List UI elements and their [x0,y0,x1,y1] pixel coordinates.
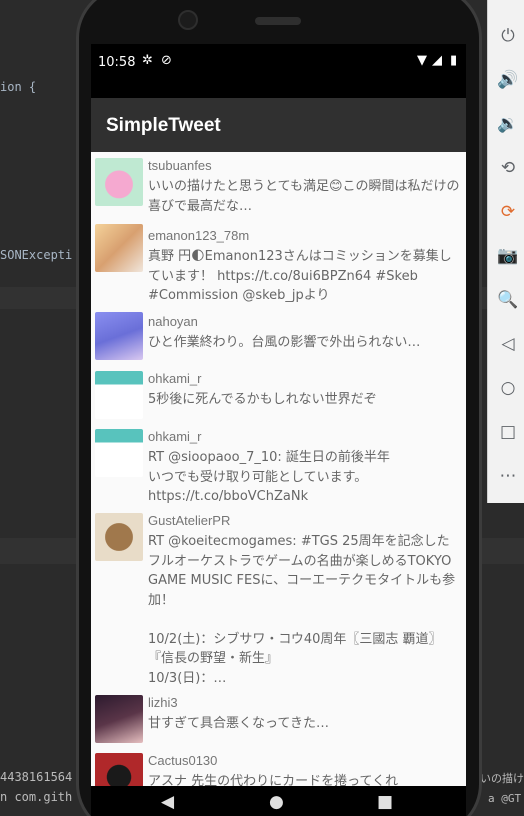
app-bar: SimpleTweet [91,98,466,152]
status-time: 10:58 [98,55,136,70]
ide-log-line: a @GT [488,792,522,805]
user-avatar[interactable] [95,429,143,477]
settings-gear-icon: ✲ [142,53,153,68]
tweet-username[interactable]: ohkami_r [148,429,201,444]
tweet-item[interactable]: ohkami_r RT @sioopaoo_7_10: 誕生日の前後半年 いつで… [91,423,466,507]
tweet-text: 甘すぎて具合悪くなってきた… [148,716,329,731]
tweet-username[interactable]: emanon123_78m [148,228,249,243]
tweet-text: RT @sioopaoo_7_10: 誕生日の前後半年 いつでも受け取り可能とし… [148,450,390,504]
ide-log-line: いの描け [480,772,524,785]
tweet-item[interactable]: GustAtelierPR RT @koeitecmogames: #TGS 2… [91,507,466,687]
tweet-username[interactable]: GustAtelierPR [148,513,230,528]
camera-icon[interactable]: 📷 [488,242,524,270]
tweet-text: 真野 円🌓Emanon123さんはコミッションを募集しています！ https:/… [148,249,452,303]
user-avatar[interactable] [95,371,143,419]
volume-down-icon[interactable]: 🔉 [488,110,524,138]
home-icon[interactable]: ○ [488,374,524,402]
tweet-item[interactable]: tsubuanfes いいの描けたと思うとても満足😊この瞬間は私だけの喜びで最高… [91,152,466,222]
power-icon[interactable]: ⏻ [488,22,524,50]
user-avatar[interactable] [95,695,143,743]
tweet-username[interactable]: ohkami_r [148,371,201,386]
tweet-text: いいの描けたと思うとても満足😊この瞬間は私だけの喜びで最高だな… [148,179,460,214]
user-avatar[interactable] [95,224,143,272]
signal-icon: ◢ [432,53,442,68]
tweet-username[interactable]: Cactus0130 [148,753,217,768]
app-title: SimpleTweet [106,115,221,136]
rotate-left-icon[interactable]: ⟲ [488,154,524,182]
user-avatar[interactable] [95,312,143,360]
emulator-toolbar: ⏻ 🔊 🔉 ⟲ ⟳ 📷 🔍 ◁ ○ □ ⋯ [487,0,524,503]
phone-screen: 10:58 ✲ ⊘ ▼ ◢ ▮ SimpleTweet tsubuanfes い… [91,44,466,816]
tweet-username[interactable]: lizhi3 [148,695,178,710]
user-avatar[interactable] [95,158,143,206]
rotate-right-icon[interactable]: ⟳ [488,198,524,226]
tweet-item[interactable]: emanon123_78m 真野 円🌓Emanon123さんはコミッションを募集… [91,222,466,314]
more-icon[interactable]: ⋯ [488,462,524,490]
tweet-item[interactable]: lizhi3 甘すぎて具合悪くなってきた… [91,689,466,747]
back-icon[interactable]: ◁ [488,330,524,358]
ide-log-line: 4438161564 [0,770,73,784]
volume-up-icon[interactable]: 🔊 [488,66,524,94]
tweet-item[interactable]: ohkami_r 5秒後に死んでるかもしれない世界だぞ [91,365,466,423]
tweet-text: ひと作業終わり。台風の影響で外出られない… [148,335,421,350]
ide-code-line: SONExcepti [0,248,73,262]
do-not-disturb-icon: ⊘ [161,53,172,68]
nav-back-icon[interactable]: ◀ [161,792,174,812]
nav-home-icon[interactable]: ● [269,792,284,812]
tweet-text: RT @koeitecmogames: #TGS 25周年を記念したフルオーケス… [148,534,456,686]
zoom-icon[interactable]: 🔍 [488,286,524,314]
tweet-username[interactable]: tsubuanfes [148,158,212,173]
earpiece-speaker [255,17,301,25]
user-avatar[interactable] [95,513,143,561]
tweet-item[interactable]: nahoyan ひと作業終わり。台風の影響で外出られない… [91,308,466,368]
status-bar: 10:58 ✲ ⊘ ▼ ◢ ▮ [91,44,466,80]
ide-code-line: ion { [0,80,37,94]
front-camera-icon [178,10,198,30]
tweet-timeline[interactable]: tsubuanfes いいの描けたと思うとても満足😊この瞬間は私だけの喜びで最高… [91,152,466,816]
wifi-icon: ▼ [417,53,427,68]
ide-log-line: n com.gith [0,790,73,804]
nav-overview-icon[interactable]: ■ [377,792,393,812]
tweet-text: 5秒後に死んでるかもしれない世界だぞ [148,392,377,407]
navigation-bar: ◀ ● ■ [91,786,466,816]
battery-icon: ▮ [450,53,458,68]
overview-icon[interactable]: □ [488,418,524,446]
tweet-username[interactable]: nahoyan [148,314,198,329]
